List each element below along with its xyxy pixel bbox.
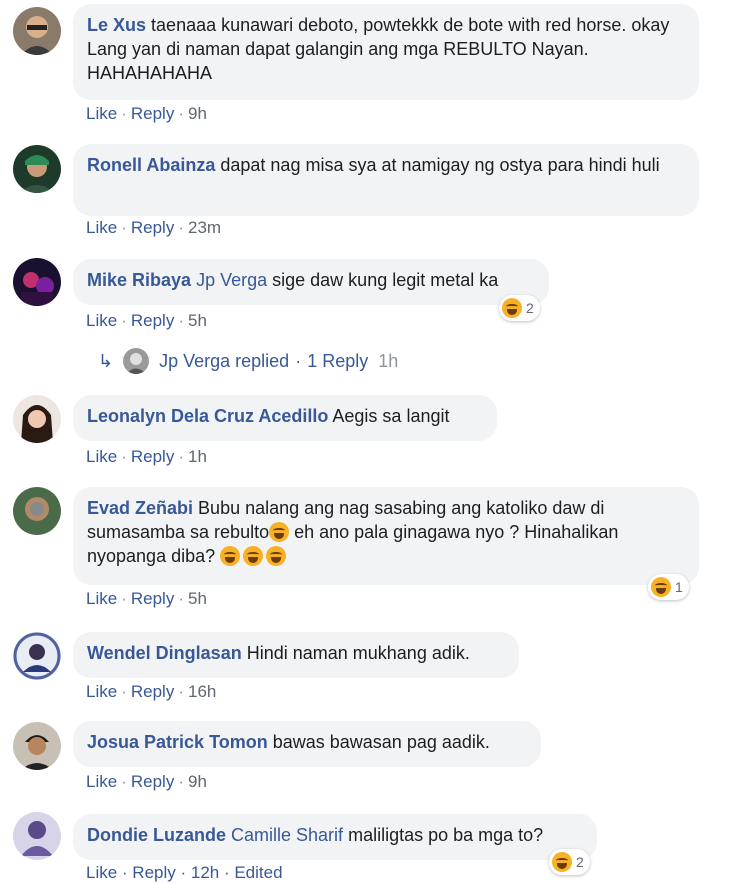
reply-arrow-icon: ↳ <box>98 350 114 371</box>
comment-text: Aegis sa langit <box>332 406 450 426</box>
like-link[interactable]: Like <box>86 311 117 330</box>
reply-link[interactable]: Reply <box>131 772 174 791</box>
comment-text: maliligtas po ba mga to? <box>348 825 544 845</box>
comment-bubble: Josua Patrick Tomon bawas bawasan pag aa… <box>73 721 541 767</box>
avatar[interactable] <box>13 395 61 443</box>
comment-actions: Like · Reply · 5h <box>86 589 207 608</box>
comment-actions: Like · Reply · 16h <box>86 682 217 701</box>
avatar[interactable] <box>13 812 61 860</box>
comment-author[interactable]: Josua Patrick Tomon <box>87 732 268 752</box>
timestamp[interactable]: 1h <box>188 447 207 466</box>
reply-link[interactable]: Reply <box>131 447 174 466</box>
like-link[interactable]: Like <box>86 589 117 608</box>
like-link[interactable]: Like <box>86 447 117 466</box>
timestamp[interactable]: 16h <box>188 682 216 701</box>
avatar[interactable] <box>13 7 61 55</box>
haha-emoji-icon <box>269 522 290 542</box>
avatar[interactable] <box>13 487 61 535</box>
haha-emoji-icon <box>502 298 522 318</box>
comment-bubble: Evad Zeñabi Bubu nalang ang nag sasabing… <box>73 487 699 585</box>
comment-bubble: Ronell Abainza dapat nag misa sya at nam… <box>73 144 699 216</box>
comment-actions: Like · Reply · 12h · Edited <box>86 863 283 883</box>
reply-summary-name[interactable]: Jp Verga replied <box>159 351 289 372</box>
comment-text: Hindi naman mukhang adik. <box>246 643 470 663</box>
timestamp[interactable]: 9h <box>188 772 207 791</box>
comment-author[interactable]: Le Xus <box>87 15 146 35</box>
comment-actions: Like · Reply · 23m <box>86 218 222 237</box>
comment-text: sige daw kung legit metal ka <box>272 270 499 290</box>
like-link[interactable]: Like <box>86 772 117 791</box>
like-link[interactable]: Like <box>86 104 117 123</box>
reply-link[interactable]: Reply <box>131 218 174 237</box>
reply-avatar <box>123 348 150 374</box>
comment-actions: Like · Reply · 1h <box>86 447 207 466</box>
reply-count[interactable]: 1 Reply <box>307 351 368 372</box>
partial-actions[interactable]: Like · Reply · 12h · Edited <box>86 863 283 882</box>
comment-text: bawas bawasan pag aadik. <box>272 732 490 752</box>
replies-summary[interactable]: ↳ Jp Verga replied · 1 Reply 1h <box>98 348 398 374</box>
comment-author[interactable]: Evad Zeñabi <box>87 498 193 518</box>
haha-emoji-icon <box>243 546 264 566</box>
comment-bubble: Leonalyn Dela Cruz Acedillo Aegis sa lan… <box>73 395 497 441</box>
timestamp[interactable]: 9h <box>188 104 207 123</box>
reply-link[interactable]: Reply <box>131 589 174 608</box>
reaction-badge[interactable]: 1 <box>648 574 689 600</box>
haha-emoji-icon <box>552 852 572 872</box>
mention-link[interactable]: Jp Verga <box>196 270 267 290</box>
reply-link[interactable]: Reply <box>131 104 174 123</box>
avatar[interactable] <box>13 145 61 193</box>
comment-author[interactable]: Wendel Dinglasan <box>87 643 242 663</box>
reaction-count: 2 <box>526 300 534 316</box>
avatar[interactable] <box>13 722 61 770</box>
comment-author[interactable]: Dondie Luzande <box>87 825 226 845</box>
haha-emoji-icon <box>651 577 671 597</box>
reply-time: 1h <box>378 350 399 371</box>
haha-emoji-icon <box>220 546 241 566</box>
mention-link[interactable]: Camille Sharif <box>231 825 343 845</box>
like-link[interactable]: Like <box>86 682 117 701</box>
like-link[interactable]: Like <box>86 218 117 237</box>
comment-bubble: Le Xus taenaaa kunawari deboto, powtekkk… <box>73 4 699 100</box>
comment-bubble: Dondie Luzande Camille Sharif maliligtas… <box>73 814 597 860</box>
avatar[interactable] <box>13 258 61 306</box>
reaction-count: 2 <box>576 854 584 870</box>
comment-author[interactable]: Ronell Abainza <box>87 155 215 175</box>
reaction-count: 1 <box>675 579 683 595</box>
timestamp[interactable]: 5h <box>188 311 207 330</box>
avatar[interactable] <box>13 632 61 680</box>
comment-bubble: Wendel Dinglasan Hindi naman mukhang adi… <box>73 632 519 678</box>
comment-author[interactable]: Leonalyn Dela Cruz Acedillo <box>87 406 328 426</box>
comment-text: taenaaa kunawari deboto, powtekkk de bot… <box>87 15 670 83</box>
comment-text: dapat nag misa sya at namigay ng ostya p… <box>220 155 660 175</box>
reaction-badge[interactable]: 2 <box>549 849 590 875</box>
reply-link[interactable]: Reply <box>131 311 174 330</box>
comment-actions: Like · Reply · 5h <box>86 311 207 330</box>
comment-actions: Like · Reply · 9h <box>86 104 207 123</box>
timestamp[interactable]: 23m <box>188 218 221 237</box>
comment-actions: Like · Reply · 9h <box>86 772 207 791</box>
haha-emoji-icon <box>266 546 287 566</box>
comment-bubble: Mike Ribaya Jp Verga sige daw kung legit… <box>73 259 549 305</box>
reaction-badge[interactable]: 2 <box>499 295 540 321</box>
comment-author[interactable]: Mike Ribaya <box>87 270 191 290</box>
reply-link[interactable]: Reply <box>131 682 174 701</box>
timestamp[interactable]: 5h <box>188 589 207 608</box>
